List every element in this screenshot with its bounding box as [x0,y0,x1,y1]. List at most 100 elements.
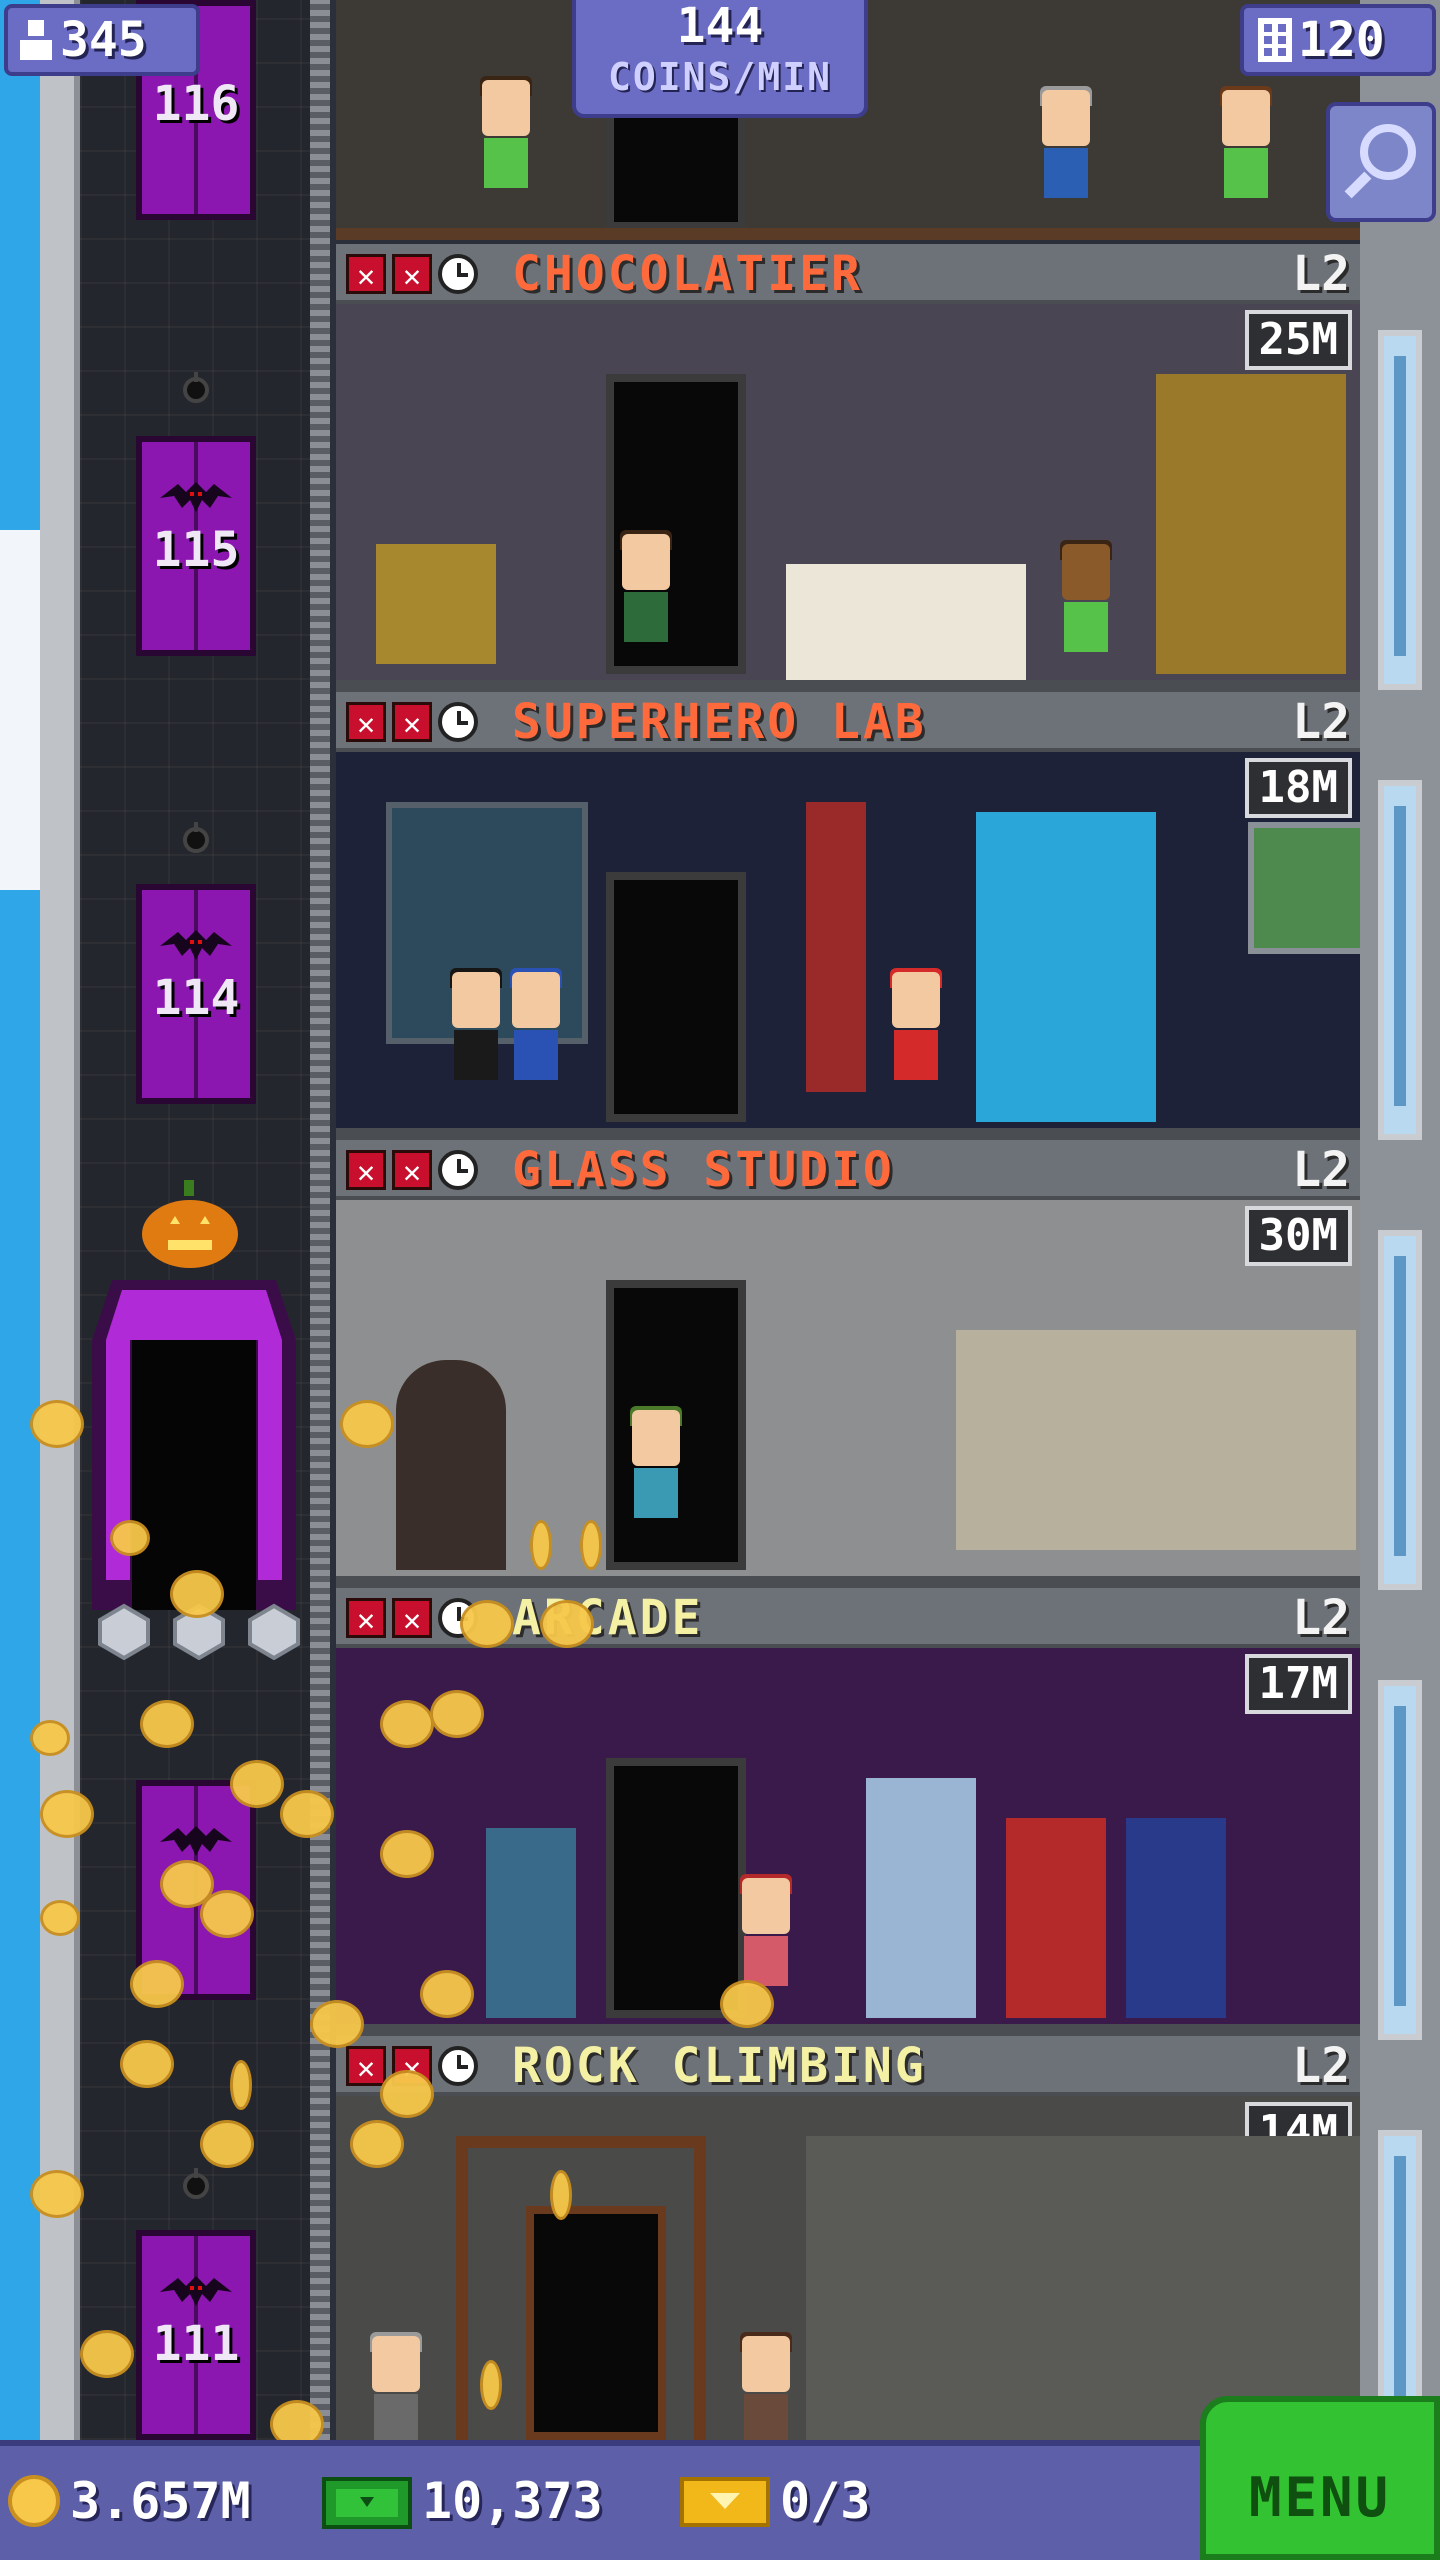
chocolate-tank [1156,374,1346,674]
floor-door [526,2206,666,2440]
floor-superhero-lab[interactable]: ✕ ✕ SUPERHERO LAB L2 18M [336,692,1360,1140]
floors-counter[interactable]: 120 [1240,4,1436,76]
floor-status: ✕ ✕ [346,1150,478,1190]
floor-level: L2 [1292,246,1350,302]
floor-door [606,1758,746,2018]
tower-window [1378,780,1422,1140]
building-icon [1258,18,1292,62]
floor-glass-studio[interactable]: ✕ ✕ GLASS STUDIO L2 30M [336,1140,1360,1588]
tower-window [1378,330,1422,690]
floor-arcade[interactable]: ✕ ✕ ARCADE L2 17M [336,1588,1360,2036]
coins-per-min-display: 144 COINS/MIN [572,0,868,118]
lift-floor-number: 111 [152,2316,240,2372]
clock-icon [438,702,478,742]
floor-header: ✕ ✕ GLASS STUDIO L2 [336,1140,1360,1200]
worker[interactable] [626,1406,686,1550]
floors-value: 120 [1298,12,1385,68]
arcade-cabinet [1126,1818,1226,2018]
floor-stock: 18M [1244,758,1352,818]
floor-status: ✕ ✕ [346,254,478,294]
floor-stock: 17M [1244,1654,1352,1714]
floor-level: L2 [1292,694,1350,750]
ticket-icon [680,2477,770,2527]
floor-name: CHOCOLATIER [512,246,863,302]
clock-icon [438,254,478,294]
tower-window [1378,1680,1422,2040]
floor-indicator-icon [183,2168,209,2199]
floor-chocolatier[interactable]: ✕ ✕ CHOCOLATIER L2 25M [336,244,1360,692]
lift-floor-number: 114 [152,970,240,1026]
person-icon [20,20,52,60]
resident[interactable] [1036,86,1096,230]
closed-x-icon: ✕ [346,1150,386,1190]
bux-icon [322,2477,412,2529]
hero[interactable] [886,968,946,1112]
clock-icon [438,1150,478,1190]
floor-status: ✕ ✕ [346,1598,478,1638]
climbing-wall [806,2136,1360,2440]
floor-stock: 25M [1244,310,1352,370]
floor-header: ✕ ✕ ROCK CLIMBING L2 [336,2036,1360,2096]
bat-icon [160,1826,232,1856]
worker[interactable] [616,530,676,674]
tickets-value: 0/3 [780,2472,871,2530]
coins-per-min-unit: COINS/MIN [608,55,832,99]
floor-room[interactable]: 18M [336,752,1360,1140]
visitor[interactable] [366,2332,426,2440]
elevator-car[interactable] [92,1280,296,1610]
floor-level: L2 [1292,1590,1350,1646]
floor-header: ✕ ✕ CHOCOLATIER L2 [336,244,1360,304]
population-counter[interactable]: 345 [4,4,200,76]
hologram-pod [976,812,1156,1122]
pumpkin-icon [142,1180,238,1268]
lift-door-114[interactable]: 114 [136,884,256,1104]
claw-machine [866,1778,976,2018]
bux-value: 10,373 [422,2472,603,2530]
coins-value: 3.657M [70,2472,251,2530]
menu-button[interactable]: MENU [1200,2396,1440,2560]
lift-floor-number: 115 [152,522,240,578]
chocolate-pot [376,544,496,664]
floor-name: ROCK CLIMBING [512,2038,927,2094]
floor-room[interactable]: 25M [336,304,1360,692]
search-button[interactable] [1326,102,1436,222]
closed-x-icon: ✕ [346,254,386,294]
closed-x-icon: ✕ [346,1598,386,1638]
floor-room[interactable]: 30M [336,1200,1360,1588]
hero[interactable] [446,968,506,1112]
kiln [396,1360,506,1570]
world-map [1248,822,1360,954]
worker[interactable] [1056,540,1116,680]
closed-x-icon: ✕ [392,702,432,742]
bux-counter[interactable]: 10,373 [322,2472,603,2530]
counter [786,564,1026,680]
lift-floor-number: 116 [152,76,240,132]
dna-tube [806,802,866,1092]
lift-door-111[interactable]: 111 [136,2230,256,2440]
floor-indicator-icon [183,822,209,853]
floor-level: L2 [1292,2038,1350,2094]
sky [0,0,40,2440]
cloud [0,530,40,890]
resident[interactable] [1216,86,1276,230]
coins-counter[interactable]: 3.657M [8,2472,251,2530]
closed-x-icon: ✕ [392,1598,432,1638]
lift-door-115[interactable]: 115 [136,436,256,656]
tower-window [1378,1230,1422,1590]
clock-icon [438,2046,478,2086]
visitor[interactable] [736,2332,796,2440]
floor-level: L2 [1292,1142,1350,1198]
floor-room[interactable]: 17M [336,1648,1360,2036]
arcade-cabinet [1006,1818,1106,2018]
coins-per-min-value: 144 [676,0,764,54]
floor-status: ✕ ✕ [346,702,478,742]
resident[interactable] [476,76,536,220]
tickets-counter[interactable]: 0/3 [680,2472,870,2530]
bat-icon [160,2276,232,2306]
tower-outer-wall [40,0,80,2440]
hero[interactable] [506,968,566,1112]
menu-label: MENU [1248,2466,1392,2529]
closed-x-icon: ✕ [392,1150,432,1190]
bat-icon [160,930,232,960]
closed-x-icon: ✕ [346,2046,386,2086]
